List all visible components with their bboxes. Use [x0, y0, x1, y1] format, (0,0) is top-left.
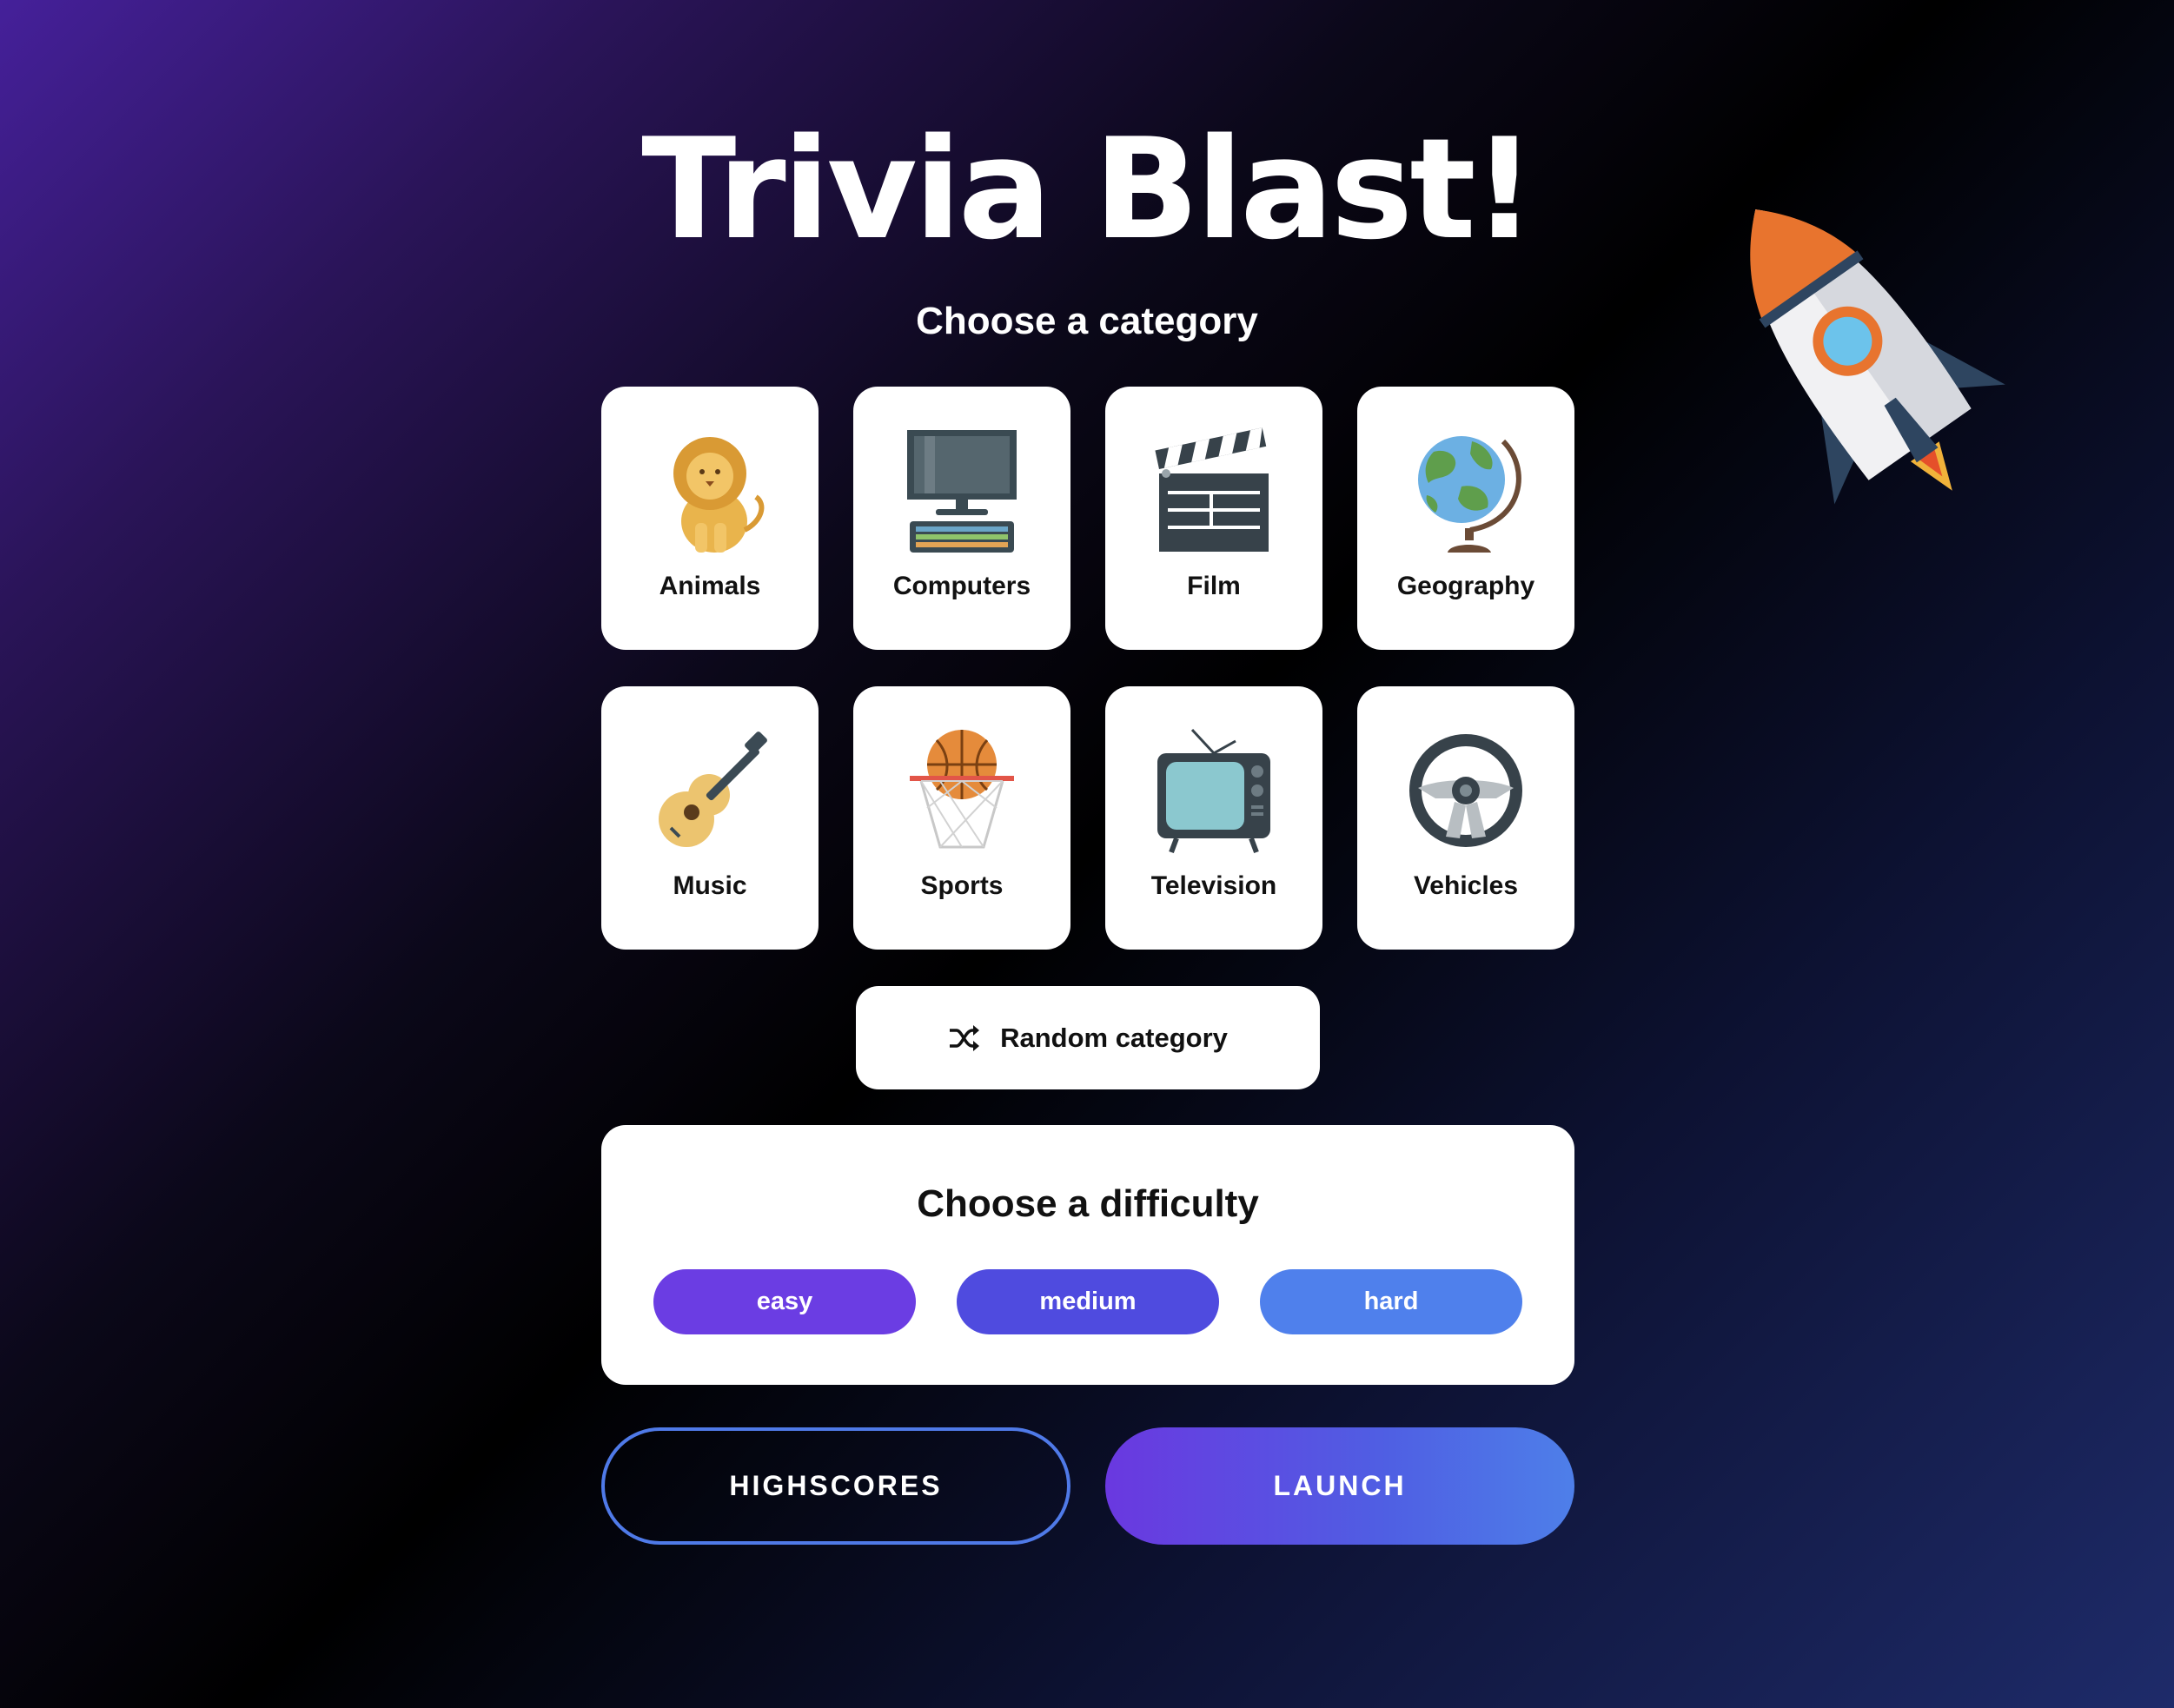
highscores-button[interactable]: HIGHSCORES — [601, 1427, 1070, 1545]
category-label: Vehicles — [1413, 871, 1519, 900]
steering-wheel-icon — [1409, 734, 1522, 847]
category-label: Television — [1150, 871, 1277, 900]
category-card-sports[interactable]: Sports — [853, 686, 1070, 950]
random-category-button[interactable]: Random category — [856, 986, 1320, 1089]
guitar-icon — [659, 732, 767, 847]
category-card-music[interactable]: Music — [601, 686, 819, 950]
difficulty-easy-button[interactable]: easy — [653, 1269, 916, 1334]
clapperboard-icon — [1155, 427, 1269, 552]
category-card-film[interactable]: Film — [1105, 387, 1322, 650]
computer-icon — [907, 430, 1017, 553]
category-card-television[interactable]: Television — [1105, 686, 1322, 950]
difficulty-medium-button[interactable]: medium — [957, 1269, 1219, 1334]
category-label: Music — [673, 871, 747, 900]
launch-button[interactable]: LAUNCH — [1105, 1427, 1574, 1545]
basketball-hoop-icon — [910, 730, 1014, 849]
category-card-geography[interactable]: Geography — [1357, 387, 1574, 650]
random-category-label: Random category — [1000, 1022, 1228, 1053]
category-label: Geography — [1396, 572, 1535, 600]
shuffle-icon — [950, 1024, 980, 1051]
rocket-icon — [1750, 209, 2005, 505]
category-card-vehicles[interactable]: Vehicles — [1357, 686, 1574, 950]
category-grid: Animals Computers Film Geography Music S… — [601, 387, 1574, 951]
difficulty-hard-button[interactable]: hard — [1260, 1269, 1522, 1334]
category-heading: Choose a category — [916, 300, 1258, 342]
category-label: Computers — [892, 572, 1031, 600]
tv-icon — [1157, 728, 1270, 854]
lion-icon — [673, 437, 765, 553]
difficulty-panel: Choose a difficulty easy medium hard — [601, 1125, 1574, 1385]
globe-icon — [1418, 436, 1521, 553]
category-label: Sports — [920, 871, 1004, 900]
category-card-animals[interactable]: Animals — [601, 387, 819, 650]
category-label: Film — [1187, 572, 1241, 600]
difficulty-heading: Choose a difficulty — [917, 1182, 1259, 1225]
category-card-computers[interactable]: Computers — [853, 387, 1070, 650]
category-label: Animals — [659, 572, 761, 600]
